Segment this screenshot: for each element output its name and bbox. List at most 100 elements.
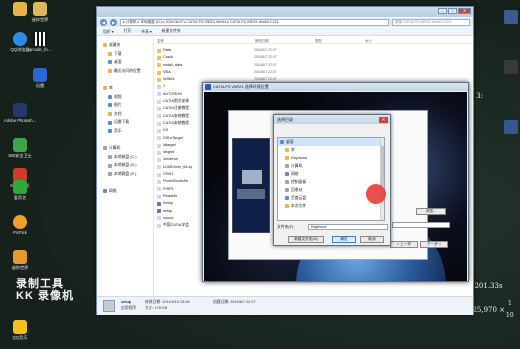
explorer-toolbar: 组织 ▾ 打开 共享 ▾ 新建文件夹 <box>97 28 473 36</box>
tree-item[interactable]: 网络 <box>278 170 384 178</box>
desktop-icon-11[interactable]: QQ音乐 <box>2 320 38 340</box>
nav-item-label: 最近访问的位置 <box>114 68 141 73</box>
nav-item[interactable]: 文档 <box>97 110 153 119</box>
board-frac-bottom: 10 <box>506 312 514 319</box>
file-date: 2016/6/7 22:07 <box>254 48 277 52</box>
nav-item[interactable]: 网络 <box>97 187 153 196</box>
tray-icon[interactable] <box>504 10 518 24</box>
file-row[interactable]: install_data <box>157 62 257 69</box>
file-icon <box>157 121 161 126</box>
column-name[interactable]: 名称 <box>155 38 253 43</box>
details-pane: setup 修改日期: 2011/4/13 13:06 创建日期: 2016/6… <box>97 296 473 315</box>
recorder-watermark: 录制工具 KK 录像机 <box>16 278 74 302</box>
column-type[interactable]: 类型 <box>313 38 363 43</box>
close-icon[interactable]: ✕ <box>379 116 388 123</box>
nav-item[interactable]: 库 <box>97 84 153 93</box>
desktop-icon-5[interactable]: Adobe Photosh... <box>2 103 38 123</box>
tree-item[interactable]: 控制面板 <box>278 178 384 186</box>
file-name: 中国CATIA学会 <box>163 223 190 228</box>
nav-item[interactable]: 下载 <box>97 50 153 59</box>
column-date[interactable]: 修改日期 <box>253 38 313 43</box>
nav-item[interactable]: 音乐 <box>97 127 153 136</box>
file-icon <box>157 114 161 119</box>
close-button[interactable]: ✕ <box>458 8 471 14</box>
toolbar-organize[interactable]: 组织 ▾ <box>103 29 114 35</box>
scrollbar-thumb[interactable] <box>381 146 384 186</box>
desktop-icon-3[interactable]: qrcode_fo... <box>22 32 58 52</box>
music-icon <box>13 320 27 334</box>
desktop-icon-8[interactable]: 爱奇艺 <box>2 180 38 200</box>
tree-item[interactable]: 计算机 <box>278 162 384 170</box>
folder-icon <box>285 180 289 184</box>
cancel-button[interactable]: 取消 <box>360 236 384 243</box>
tree-item[interactable]: 桌面 <box>278 138 384 146</box>
address-bar[interactable]: ▸ 计算机 ▸ 本地磁盘 (D:) ▸ 2016.06.07 ▸ CATIA.P… <box>120 19 389 26</box>
install-path-field[interactable] <box>392 222 450 228</box>
picpick-icon <box>13 215 27 229</box>
desktop-icon-9[interactable]: PicPick <box>2 215 38 235</box>
ok-button[interactable]: 确定 <box>332 236 356 243</box>
nav-item[interactable]: 本地磁盘 (D:) <box>97 161 153 170</box>
file-name: CATIA图文安装 <box>163 99 190 104</box>
file-name: sound <box>163 215 174 220</box>
tray-icon[interactable] <box>504 60 518 74</box>
file-row[interactable]: Crack <box>157 54 257 61</box>
folder-field[interactable]: Raymond <box>308 224 388 230</box>
file-icon <box>157 85 161 90</box>
desktop-icon-label: 迷你世界 <box>31 17 49 22</box>
file-name: CATIA安装教程 <box>163 120 190 125</box>
nav-item[interactable]: 桌面 <box>97 58 153 67</box>
file-name: idxgrid <box>163 150 175 155</box>
next-button[interactable]: 下一步 > <box>420 241 448 248</box>
explorer-titlebar[interactable]: – □ ✕ <box>97 7 473 17</box>
desktop-icon-6[interactable]: 360安全卫士 <box>2 138 38 158</box>
toolbar-open[interactable]: 打开 <box>124 29 132 34</box>
minimize-button[interactable]: – <box>438 8 447 14</box>
toolbar-share[interactable]: 共享 ▾ <box>141 29 152 35</box>
detail-created: 创建日期: 2016/6/7 22:07 <box>213 300 256 304</box>
search-input[interactable]: 搜索 CATIA.P3.V5R21.Win64.CZ21 <box>392 19 470 26</box>
back-icon[interactable]: ◀ <box>100 19 107 26</box>
new-folder-button[interactable]: 新建文件夹(M) <box>288 236 324 243</box>
tree-item[interactable]: Raymond <box>278 154 384 162</box>
nav-item[interactable]: 最近访问的位置 <box>97 67 153 76</box>
file-row[interactable]: Data <box>157 47 257 54</box>
keyboard-icon <box>237 189 265 199</box>
folder-icon <box>103 86 107 91</box>
forward-icon[interactable]: ▶ <box>110 19 117 26</box>
tree-scrollbar[interactable] <box>380 138 384 220</box>
nav-item[interactable]: 图片 <box>97 101 153 110</box>
address-row: ◀ ▶ ▸ 计算机 ▸ 本地磁盘 (D:) ▸ 2016.06.07 ▸ CAT… <box>97 18 473 27</box>
folder-icon <box>280 140 284 144</box>
browse-button[interactable]: 浏览... <box>416 208 446 215</box>
nav-item[interactable]: 本地磁盘 (E:) <box>97 170 153 179</box>
photoshop-icon <box>13 103 27 117</box>
file-name: lumdevel <box>163 157 179 162</box>
column-size[interactable]: 大小 <box>363 38 403 43</box>
nav-item[interactable]: 计算机 <box>97 144 153 153</box>
file-name: LUMDriver_64.sy <box>163 164 193 169</box>
folder-tree[interactable]: 桌面库 Raymond 计算机 网络 控制面板 回收站 百度云盘 本次文件 <box>277 137 385 221</box>
setup-file-icon <box>103 300 115 312</box>
desktop-icon-4[interactable]: 迅雷 <box>22 68 58 88</box>
maximize-button[interactable]: □ <box>448 8 457 14</box>
nav-item[interactable]: 迅雷下载 <box>97 118 153 127</box>
nav-item[interactable]: 视频 <box>97 93 153 102</box>
desktop-icon-10[interactable]: 迷你世界 <box>2 250 38 270</box>
desktop-icon-label: 360安全卫士 <box>8 153 32 158</box>
catia-titlebar[interactable]: CATIA P3 V5R21 选择环境位置 <box>203 83 468 91</box>
tree-item[interactable]: 本次文件 <box>278 202 384 210</box>
toolbar-new-folder[interactable]: 新建文件夹 <box>162 29 181 34</box>
tray-icon[interactable] <box>504 120 518 134</box>
nav-item[interactable]: 收藏夹 <box>97 41 153 50</box>
file-row[interactable]: VBA <box>157 69 257 76</box>
file-name: 1 <box>163 84 166 89</box>
back-button[interactable]: < 上一步 <box>390 241 418 248</box>
select-dialog-title: 选择目录 <box>277 117 293 122</box>
tree-item[interactable]: 库 <box>278 146 384 154</box>
file-name: CATIA注册教程 <box>163 106 190 111</box>
nav-item[interactable]: 本地磁盘 (C:) <box>97 153 153 162</box>
desktop-icon-1[interactable]: 迷你世界 <box>22 2 58 22</box>
select-dialog-titlebar[interactable]: 选择目录 ✕ <box>274 115 390 124</box>
nav-item-label: 桌面 <box>114 60 122 65</box>
